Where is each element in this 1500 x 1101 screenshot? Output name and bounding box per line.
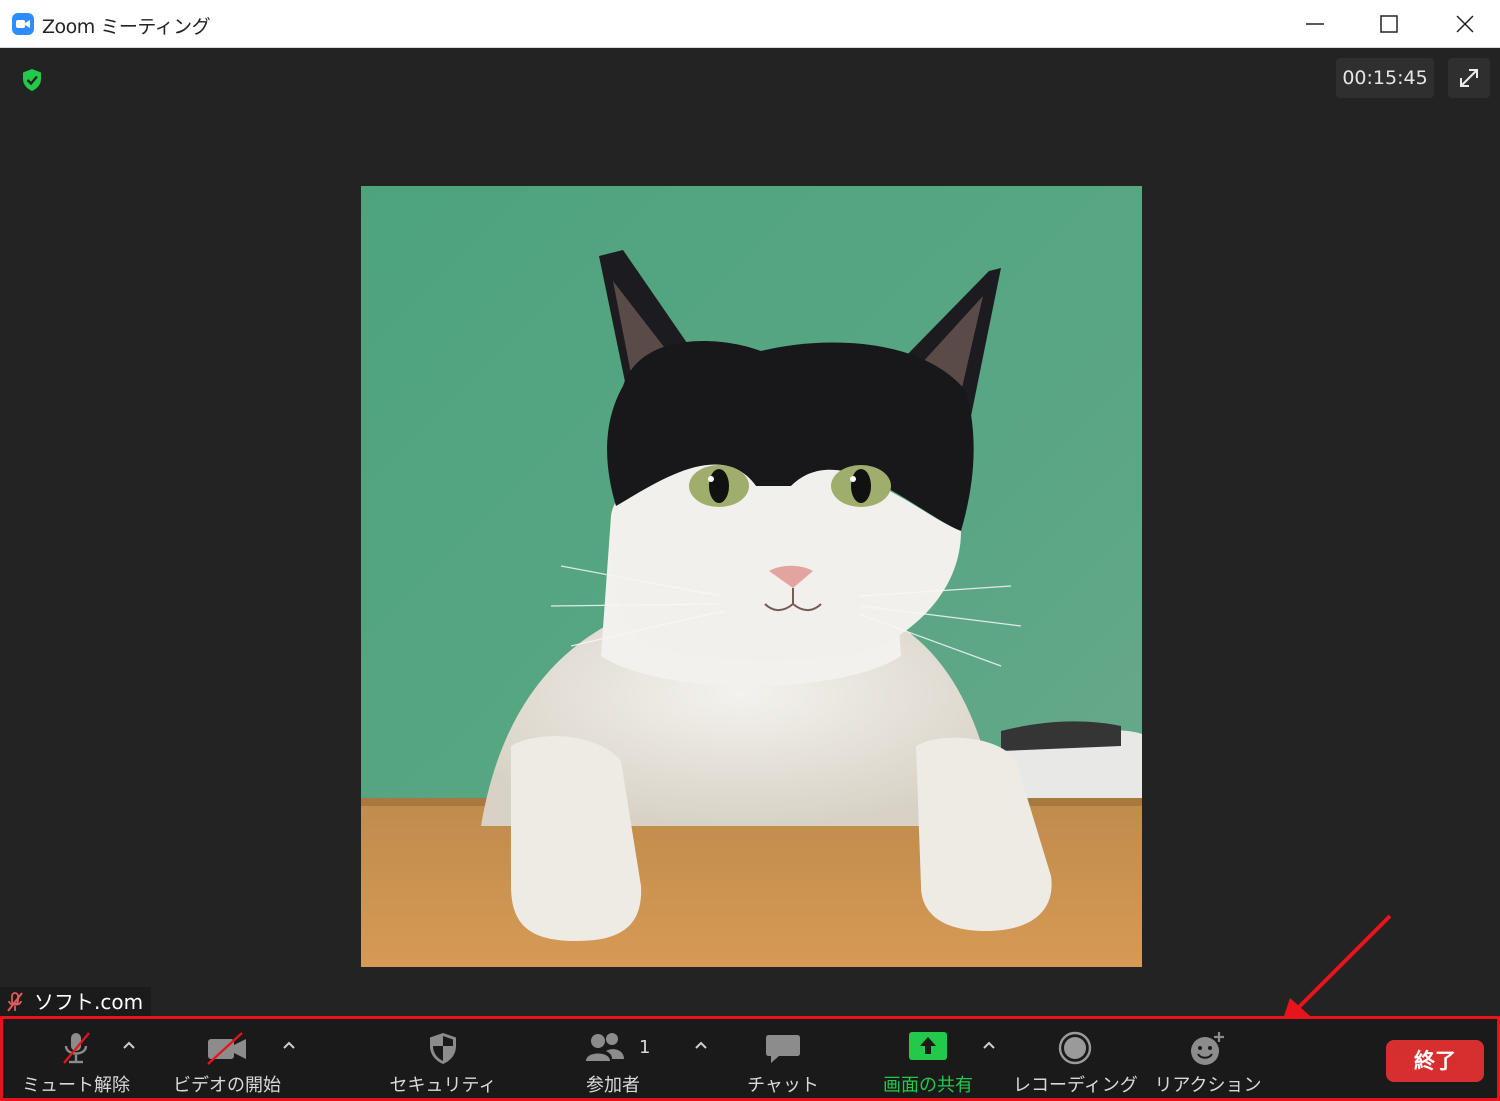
chat-button[interactable]: チャット bbox=[735, 1019, 831, 1098]
participant-name-tag: ソフト.com bbox=[0, 987, 152, 1017]
participants-label: 参加者 bbox=[586, 1075, 640, 1096]
security-button[interactable]: セキュリティ bbox=[381, 1019, 505, 1098]
participant-name: ソフト.com bbox=[34, 990, 144, 1014]
fullscreen-icon bbox=[1460, 69, 1478, 87]
cat-video-image bbox=[361, 186, 1142, 967]
video-options-caret[interactable] bbox=[279, 1035, 299, 1055]
maximize-button[interactable] bbox=[1354, 0, 1424, 48]
end-meeting-button[interactable]: 終了 bbox=[1386, 1040, 1484, 1082]
close-button[interactable] bbox=[1430, 0, 1500, 48]
share-screen-icon bbox=[908, 1031, 948, 1065]
record-button[interactable]: レコーディング bbox=[1013, 1019, 1138, 1098]
participants-count: 1 bbox=[639, 1037, 651, 1058]
meeting-timer: 00:15:45 bbox=[1336, 58, 1434, 98]
participants-button[interactable]: 1 参加者 bbox=[563, 1019, 663, 1098]
window-title: Zoom ミーティング bbox=[42, 16, 211, 38]
participant-video bbox=[361, 186, 1142, 967]
microphone-muted-icon bbox=[59, 1031, 93, 1069]
participants-icon bbox=[584, 1031, 626, 1069]
unmute-label: ミュート解除 bbox=[22, 1075, 130, 1096]
share-screen-button[interactable]: 画面の共有 bbox=[869, 1019, 987, 1098]
zoom-app-icon bbox=[12, 13, 34, 35]
unmute-button[interactable]: ミュート解除 bbox=[13, 1019, 139, 1098]
audio-options-caret[interactable] bbox=[119, 1035, 139, 1055]
share-options-caret[interactable] bbox=[979, 1035, 999, 1055]
muted-mic-icon bbox=[7, 992, 23, 1012]
reactions-label: リアクション bbox=[1154, 1075, 1262, 1096]
record-icon bbox=[1058, 1031, 1092, 1069]
chat-bubble-icon bbox=[765, 1031, 801, 1069]
chevron-up-icon bbox=[695, 1041, 707, 1049]
reactions-button[interactable]: リアクション bbox=[1153, 1019, 1263, 1098]
security-label: セキュリティ bbox=[389, 1075, 497, 1096]
share-screen-label: 画面の共有 bbox=[883, 1075, 973, 1096]
participants-options-caret[interactable] bbox=[691, 1035, 711, 1055]
meeting-stage: 00:15:45 ソフト.com bbox=[0, 48, 1500, 1028]
chevron-up-icon bbox=[283, 1041, 295, 1049]
recording-label: レコーディング bbox=[1013, 1075, 1138, 1096]
window-titlebar: Zoom ミーティング bbox=[0, 0, 1500, 48]
fullscreen-toggle-button[interactable] bbox=[1448, 58, 1490, 98]
start-video-label: ビデオの開始 bbox=[173, 1075, 281, 1096]
minimize-button[interactable] bbox=[1280, 0, 1350, 48]
chevron-up-icon bbox=[123, 1041, 135, 1049]
security-shield-icon bbox=[427, 1031, 459, 1069]
start-video-button[interactable]: ビデオの開始 bbox=[163, 1019, 291, 1098]
chevron-up-icon bbox=[983, 1041, 995, 1049]
emoji-add-icon bbox=[1189, 1031, 1227, 1071]
meeting-toolbar: ミュート解除 ビデオの開始 セキュリティ 1 参加者 チャット 画面の共有 レコ… bbox=[0, 1016, 1500, 1101]
chat-label: チャット bbox=[747, 1075, 819, 1096]
video-camera-off-icon bbox=[206, 1031, 248, 1069]
encryption-shield-icon[interactable] bbox=[21, 68, 43, 92]
